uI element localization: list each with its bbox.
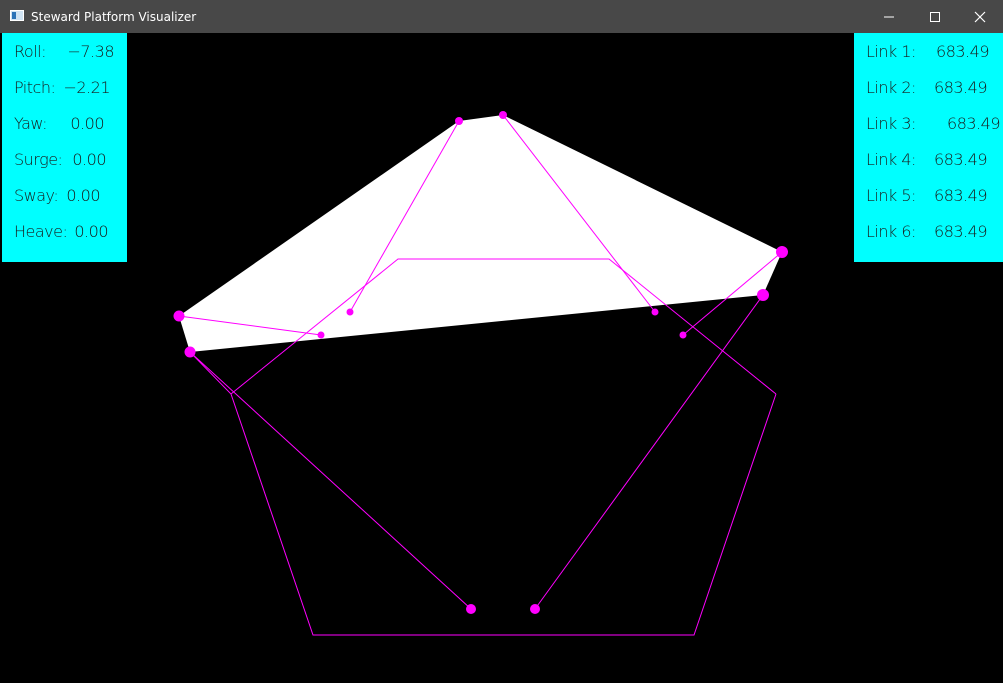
- heave-value: 0.00: [74, 222, 108, 241]
- pitch-value: −2.21: [63, 78, 110, 97]
- visualizer-canvas[interactable]: [0, 33, 1003, 683]
- pitch-label: Pitch:: [14, 78, 56, 97]
- joint-top-2: [499, 111, 507, 119]
- leg-6: [534, 294, 764, 610]
- link-2-label: Link 2:: [866, 78, 916, 97]
- joint-base-1: [346, 308, 354, 316]
- joint-top-6: [757, 289, 769, 301]
- roll-label: Roll:: [14, 42, 46, 61]
- link-1-value: 683.49: [936, 42, 989, 61]
- joint-base-6: [530, 604, 540, 614]
- surge-label: Surge:: [14, 150, 63, 169]
- close-button[interactable]: [957, 0, 1003, 33]
- link-4-label: Link 4:: [866, 150, 916, 169]
- links-panel: Link 1: 683.49 Link 2: 683.49 Link 3: 68…: [854, 33, 1003, 262]
- leg-5: [189, 351, 472, 610]
- pose-panel: Roll: −7.38 Pitch: −2.21 Yaw: 0.00 Surge…: [2, 33, 127, 262]
- link-5-label: Link 5:: [866, 186, 916, 205]
- minimize-button[interactable]: [866, 0, 912, 33]
- joint-base-4: [679, 331, 687, 339]
- link-1-label: Link 1:: [866, 42, 916, 61]
- window-title: Steward Platform Visualizer: [31, 10, 197, 24]
- maximize-icon: [930, 11, 940, 22]
- roll-value: −7.38: [67, 42, 114, 61]
- joint-base-2: [651, 308, 659, 316]
- joint-top-4: [776, 246, 788, 258]
- sway-value: 0.00: [66, 186, 100, 205]
- link-4-value: 683.49: [934, 150, 987, 169]
- joint-base-3: [317, 331, 325, 339]
- close-icon: [974, 11, 986, 22]
- top-platform: [179, 115, 782, 352]
- platform-scene: [173, 111, 788, 636]
- yaw-value: 0.00: [70, 114, 104, 133]
- link-2-value: 683.49: [934, 78, 987, 97]
- surge-value: 0.00: [72, 150, 106, 169]
- app-icon: [10, 10, 24, 21]
- minimize-icon: [884, 16, 894, 17]
- link-5-value: 683.49: [934, 186, 987, 205]
- joint-base-5: [466, 604, 476, 614]
- link-6-label: Link 6:: [866, 222, 916, 241]
- base-platform: [230, 393, 777, 636]
- joint-top-3: [173, 310, 185, 322]
- joint-top-1: [455, 117, 463, 125]
- joint-top-5: [184, 346, 196, 358]
- link-3-value: 683.49: [947, 114, 1000, 133]
- link-3-label: Link 3:: [866, 114, 916, 133]
- link-6-value: 683.49: [934, 222, 987, 241]
- title-bar[interactable]: Steward Platform Visualizer: [0, 0, 1003, 33]
- yaw-label: Yaw:: [14, 114, 47, 133]
- maximize-button[interactable]: [912, 0, 958, 33]
